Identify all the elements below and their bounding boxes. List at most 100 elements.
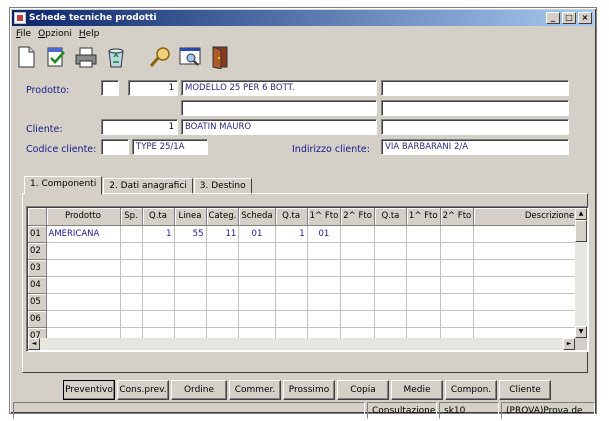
col-header-2fto-2[interactable]: 2^ Fto: [440, 208, 475, 226]
table-cell[interactable]: [174, 310, 207, 328]
table-cell[interactable]: 11: [206, 225, 240, 243]
col-header-sp[interactable]: Sp.: [120, 208, 143, 226]
table-cell[interactable]: [440, 310, 475, 328]
col-header-1fto-2[interactable]: 1^ Fto: [406, 208, 441, 226]
table-cell[interactable]: [374, 242, 407, 260]
table-cell[interactable]: [142, 293, 175, 311]
table-cell[interactable]: [406, 225, 441, 243]
prodotto-code-field[interactable]: [101, 80, 119, 96]
table-cell[interactable]: [46, 242, 121, 260]
col-header-qta-2[interactable]: Q.ta: [275, 208, 308, 226]
table-cell[interactable]: [307, 293, 342, 311]
table-cell[interactable]: [238, 310, 276, 328]
col-header-1fto[interactable]: 1^ Fto: [307, 208, 342, 226]
table-cell[interactable]: [46, 276, 121, 294]
table-cell[interactable]: [206, 276, 240, 294]
col-header-categ[interactable]: Categ.: [206, 208, 240, 226]
table-cell[interactable]: [473, 225, 578, 243]
col-header-prodotto[interactable]: Prodotto: [46, 208, 121, 226]
medie-button[interactable]: Medie: [391, 380, 443, 400]
scroll-up-button[interactable]: ▲: [575, 208, 587, 220]
table-cell[interactable]: [340, 310, 375, 328]
table-cell[interactable]: [374, 310, 407, 328]
preventivo-button[interactable]: Preventivo: [63, 380, 115, 400]
maximize-button[interactable]: □: [562, 12, 576, 24]
scroll-right-button[interactable]: ►: [563, 338, 575, 350]
components-grid[interactable]: Prodotto Sp. Q.ta Linea Categ. Scheda Q.…: [26, 206, 589, 352]
table-row[interactable]: 01 AMERICANA 1 55 11 01 1 01: [28, 225, 578, 243]
cliente-name-field[interactable]: BOATIN MAURO: [181, 119, 377, 135]
table-cell[interactable]: [307, 242, 342, 260]
col-header-scheda[interactable]: Scheda: [238, 208, 276, 226]
table-cell[interactable]: [142, 276, 175, 294]
table-cell[interactable]: [374, 276, 407, 294]
table-cell[interactable]: [120, 242, 143, 260]
col-header-descrizione[interactable]: Descrizione: [473, 208, 578, 226]
codice-cliente-type-field[interactable]: TYPE 25/1A: [132, 139, 208, 155]
table-cell[interactable]: [46, 293, 121, 311]
table-cell[interactable]: [473, 259, 578, 277]
table-cell[interactable]: [238, 293, 276, 311]
vertical-scroll-thumb[interactable]: [575, 220, 587, 242]
indirizzo-cliente-field[interactable]: VIA BARBARANI 2/A: [381, 139, 569, 155]
menu-opzioni[interactable]: Opzioni: [38, 29, 72, 39]
table-cell[interactable]: [307, 259, 342, 277]
cliente-extra-field[interactable]: [381, 119, 569, 135]
table-cell[interactable]: 01: [307, 225, 342, 243]
table-cell[interactable]: [473, 293, 578, 311]
commer-button[interactable]: Commer.: [229, 380, 281, 400]
table-cell[interactable]: [340, 293, 375, 311]
table-cell[interactable]: [440, 293, 475, 311]
table-cell[interactable]: [275, 242, 308, 260]
table-cell[interactable]: 1: [275, 225, 308, 243]
table-cell[interactable]: [275, 276, 308, 294]
edit-check-icon[interactable]: [44, 45, 68, 69]
prodotto-description-field[interactable]: MODELLO 25 PER 6 BOTT.: [181, 80, 377, 96]
cliente-number-field[interactable]: 1: [101, 119, 178, 135]
preview-icon[interactable]: [178, 45, 202, 69]
table-cell[interactable]: [473, 276, 578, 294]
prodotto-extra2-field[interactable]: [381, 100, 569, 116]
table-cell[interactable]: [275, 310, 308, 328]
codice-cliente-code-field[interactable]: [101, 139, 129, 155]
table-cell[interactable]: 1: [142, 225, 175, 243]
print-icon[interactable]: [74, 45, 98, 69]
table-cell[interactable]: [238, 276, 276, 294]
tab-componenti[interactable]: 1. Componenti: [24, 176, 103, 195]
scroll-down-button[interactable]: ▼: [575, 326, 587, 338]
table-cell[interactable]: [206, 293, 240, 311]
table-cell[interactable]: [406, 242, 441, 260]
title-bar[interactable]: Schede tecniche prodotti _ □ ×: [12, 10, 594, 26]
table-row[interactable]: 02: [28, 242, 578, 260]
table-row[interactable]: 05: [28, 293, 578, 311]
table-cell[interactable]: AMERICANA: [46, 225, 121, 243]
col-header-linea[interactable]: Linea: [174, 208, 207, 226]
table-cell[interactable]: [142, 242, 175, 260]
table-cell[interactable]: [473, 242, 578, 260]
col-header-qta[interactable]: Q.ta: [142, 208, 175, 226]
exit-door-icon[interactable]: [208, 45, 232, 70]
prodotto-description2-field[interactable]: [181, 100, 377, 116]
table-cell[interactable]: [174, 259, 207, 277]
scroll-left-button[interactable]: ◄: [28, 338, 40, 350]
table-cell[interactable]: [340, 259, 375, 277]
table-cell[interactable]: [174, 293, 207, 311]
table-cell[interactable]: [142, 310, 175, 328]
table-row[interactable]: 03: [28, 259, 578, 277]
horizontal-scrollbar[interactable]: ◄ ►: [28, 338, 575, 350]
table-cell[interactable]: [374, 293, 407, 311]
menu-help[interactable]: Help: [79, 29, 100, 39]
table-cell[interactable]: [440, 276, 475, 294]
table-cell[interactable]: [440, 259, 475, 277]
table-cell[interactable]: [275, 259, 308, 277]
table-cell[interactable]: [340, 225, 375, 243]
table-cell[interactable]: [238, 242, 276, 260]
compon-button[interactable]: Compon.: [445, 380, 497, 400]
table-cell[interactable]: [473, 310, 578, 328]
menu-file[interactable]: File: [16, 29, 31, 39]
table-cell[interactable]: [340, 276, 375, 294]
table-cell[interactable]: [440, 225, 475, 243]
table-cell[interactable]: [120, 310, 143, 328]
col-header-2fto[interactable]: 2^ Fto: [340, 208, 375, 226]
table-cell[interactable]: [46, 259, 121, 277]
